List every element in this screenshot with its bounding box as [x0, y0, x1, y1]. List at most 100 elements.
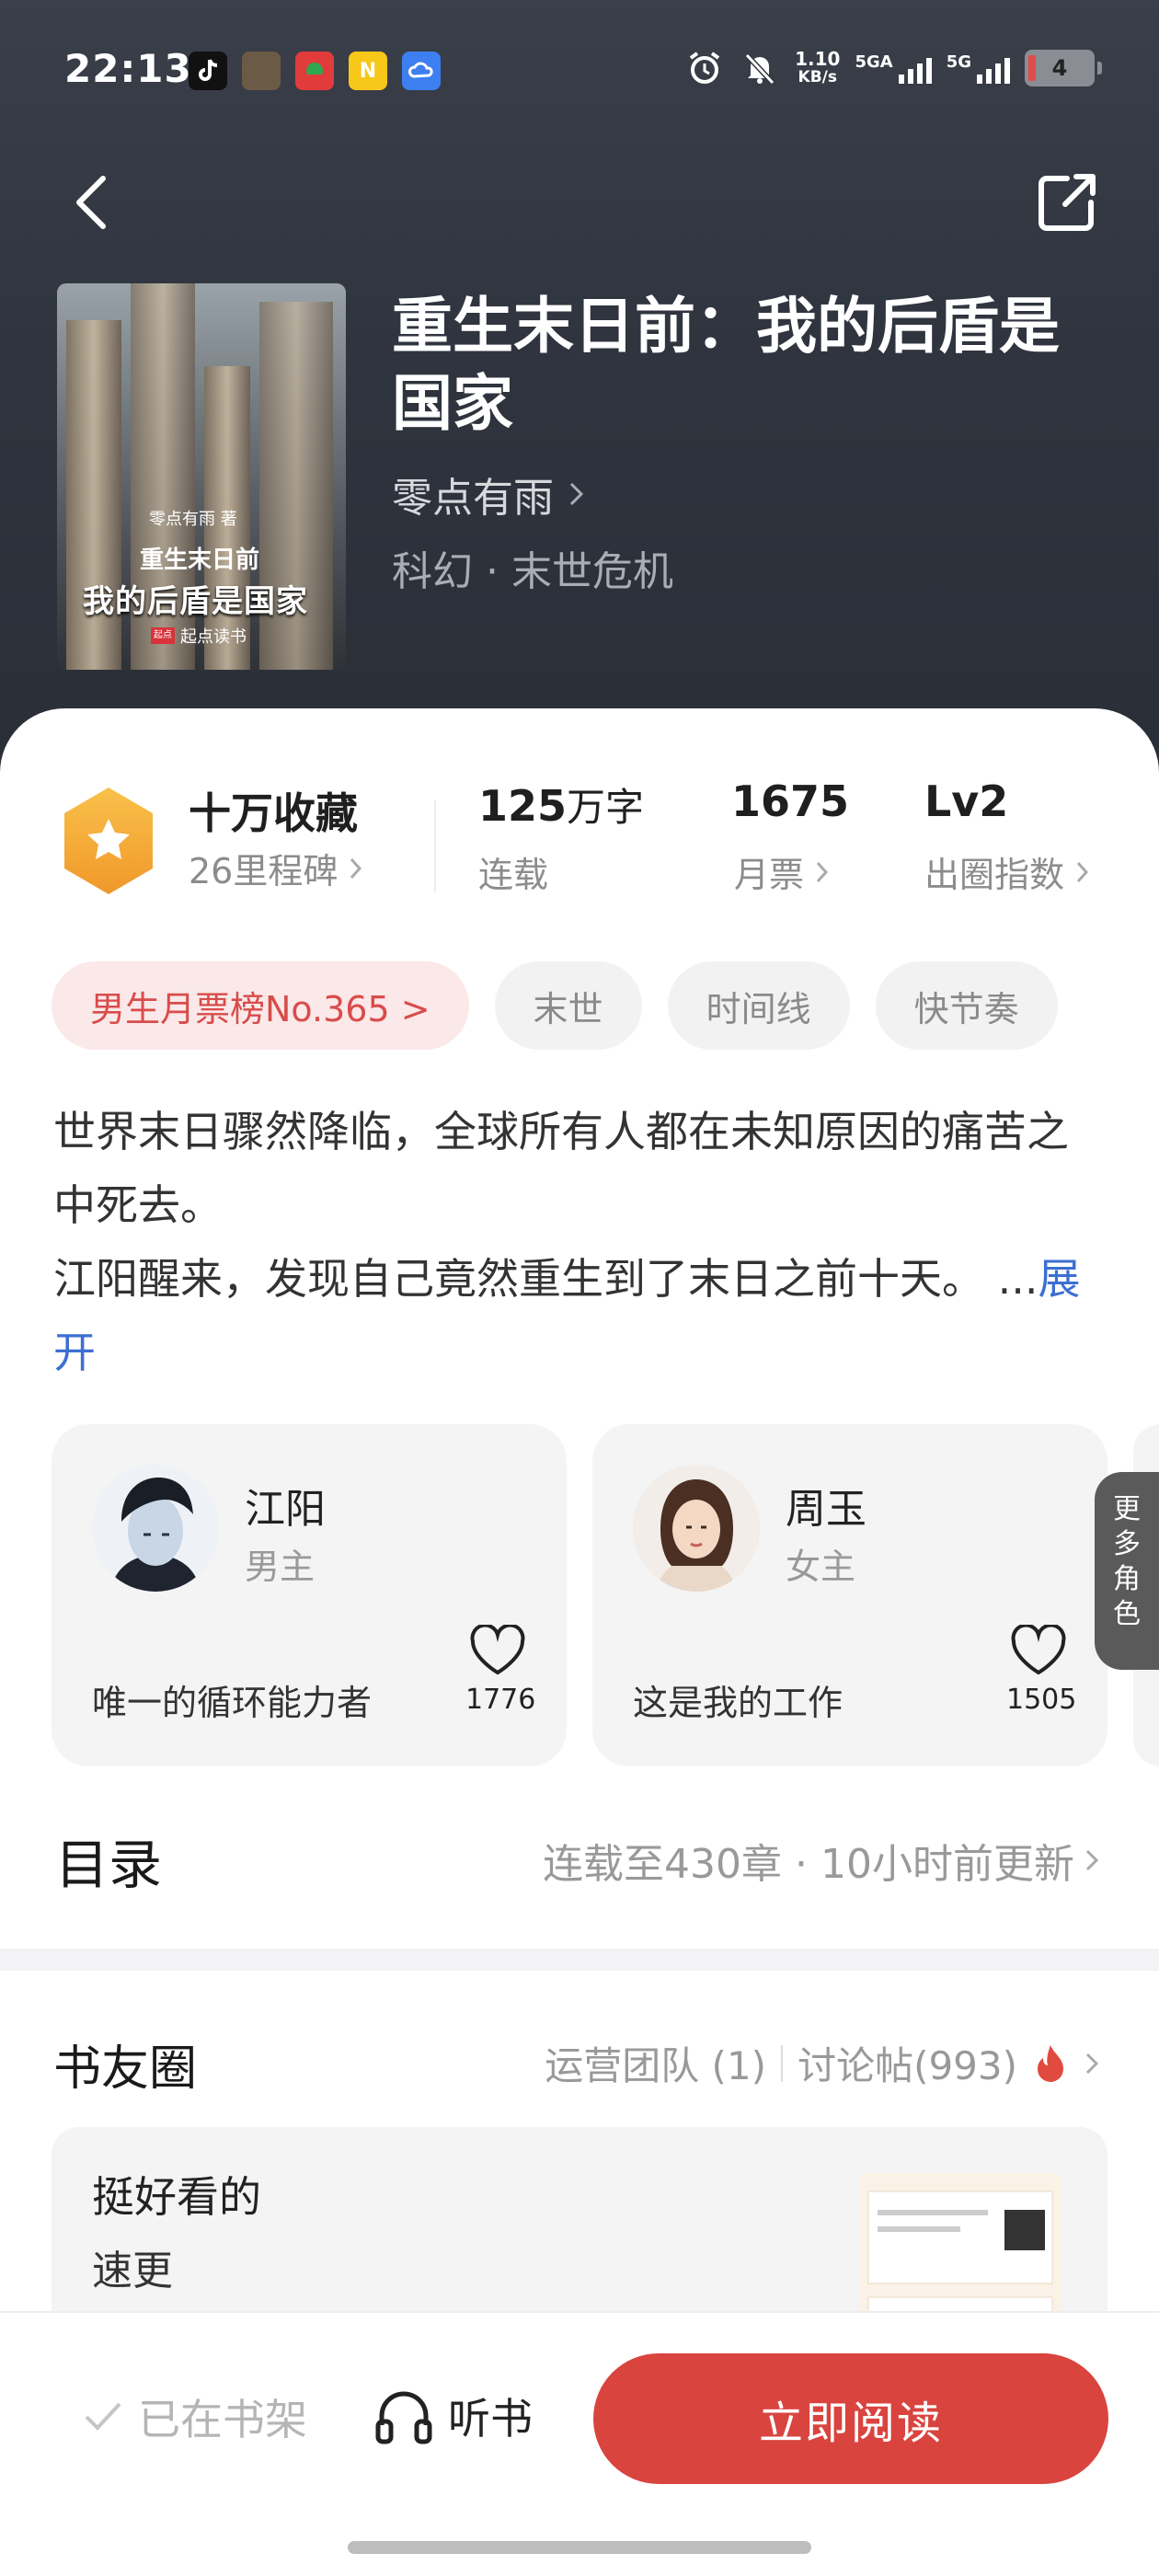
stats-row: 十万收藏 26里程碑 125万字 连载 1675 月票 Lv2 出圈指数: [0, 764, 1159, 911]
word-count-value: 125: [478, 781, 568, 831]
popularity-index-label: 出圈指数: [924, 855, 1065, 895]
popularity-level: Lv2: [924, 776, 1009, 826]
chevron-right-icon: [816, 861, 829, 882]
sim1-label: 5GA: [855, 52, 893, 72]
mute-bell-icon: [740, 48, 780, 88]
sim2-label: 5G: [946, 52, 971, 72]
notification-icons: N: [189, 52, 441, 90]
tag-item[interactable]: 末世: [494, 961, 642, 1050]
heart-icon: [470, 1623, 525, 1675]
like-count: 1776: [465, 1684, 536, 1716]
word-count-unit: 万字: [567, 785, 645, 830]
status-right: 1.10 KB/s 5GA 5G 4: [684, 48, 1102, 88]
listen-button[interactable]: 听书: [373, 2385, 533, 2447]
post-subtitle: 速更: [92, 2248, 173, 2294]
like-button[interactable]: 1505: [1006, 1623, 1077, 1716]
flame-icon: [1038, 2044, 1063, 2082]
more-characters-button[interactable]: 更多角色: [1095, 1472, 1159, 1670]
on-shelf-label: 已在书架: [138, 2395, 307, 2444]
section-divider: [0, 1949, 1159, 1971]
notes-app-icon: N: [349, 52, 387, 90]
chevron-right-icon: [1076, 861, 1089, 882]
character-name: 江阳: [245, 1486, 326, 1533]
status-time: 22:13: [64, 46, 192, 91]
cover-title-line2: 我的后盾是国家: [83, 583, 308, 620]
chevron-right-icon: [350, 857, 362, 879]
listen-label: 听书: [448, 2394, 533, 2444]
bottom-action-bar: 已在书架 听书 立即阅读: [0, 2311, 1159, 2576]
character-card[interactable]: 江阳 男主 唯一的循环能力者 1776: [52, 1424, 567, 1766]
signal-sim1: 5GA: [855, 52, 932, 84]
character-list: 江阳 男主 唯一的循环能力者 1776 周玉 女主 这是我的工作 1505: [52, 1424, 1159, 1766]
fruit-app-icon: [295, 52, 334, 90]
share-icon: [1039, 174, 1096, 231]
post-title: 挺好看的: [92, 2172, 261, 2222]
avatar: [633, 1465, 760, 1592]
milestone-count: 26里程碑: [189, 851, 339, 891]
character-desc: 这是我的工作: [633, 1683, 843, 1723]
tag-item[interactable]: 快节奏: [875, 961, 1058, 1050]
like-count: 1505: [1006, 1684, 1077, 1716]
publisher-logo: 起点: [151, 627, 175, 644]
chevron-right-icon: [1085, 2053, 1099, 2074]
synopsis[interactable]: 世界末日骤然降临，全球所有人都在未知原因的痛苦之中死去。 江阳醒来，发现自己竟然…: [53, 1095, 1102, 1389]
signal-sim2: 5G: [947, 52, 1010, 84]
status-bar: 22:13 N 1.10 KB/s 5GA 5G 4: [0, 37, 1159, 110]
stats-divider: [434, 800, 436, 892]
star-badge-icon: [57, 784, 160, 898]
avatar: [92, 1465, 219, 1592]
word-count: 125万字: [478, 776, 644, 833]
chevron-right-icon: [569, 482, 584, 506]
character-card[interactable]: 周玉 女主 这是我的工作 1505: [592, 1424, 1107, 1766]
cover-publisher: 起点 起点读书: [151, 624, 247, 648]
popularity-index-link[interactable]: 出圈指数: [924, 846, 1090, 897]
headphones-icon: [375, 2391, 432, 2444]
synopsis-line-text: 江阳醒来，发现自己竟然重生到了末日之前十天。: [53, 1254, 984, 1304]
monthly-votes-label: 月票: [734, 855, 805, 895]
synopsis-line: 世界末日骤然降临，全球所有人都在未知原因的痛苦之中死去。: [53, 1107, 1069, 1230]
home-indicator[interactable]: [348, 2541, 811, 2554]
toc-update-info: 连载至430章 · 10小时前更新: [543, 1831, 1102, 1890]
net-speed-unit: KB/s: [798, 68, 837, 86]
synopsis-line: 江阳醒来，发现自己竟然重生到了末日之前十天。 ...展开: [53, 1242, 1102, 1389]
reader-circle-link[interactable]: 运营团队 (1) 讨论帖(993): [545, 2035, 1102, 2091]
info-divider: [781, 2044, 784, 2082]
tag-list: 男生月票榜No.365 > 末世 时间线 快节奏: [52, 961, 1058, 1050]
table-of-contents-row[interactable]: 目录 连载至430章 · 10小时前更新: [0, 1803, 1159, 1914]
check-icon: [85, 2402, 121, 2431]
serial-status: 连载: [478, 855, 549, 895]
back-button[interactable]: [64, 166, 120, 239]
tag-item[interactable]: 时间线: [667, 961, 850, 1050]
milestone-link[interactable]: 26里程碑: [189, 843, 363, 893]
net-speed: 1.10 KB/s: [795, 50, 840, 86]
like-button[interactable]: 1776: [465, 1623, 536, 1716]
share-button[interactable]: [1030, 166, 1104, 239]
synopsis-ellipsis: ...: [997, 1254, 1039, 1304]
discussion-count: 讨论帖(993): [798, 2043, 1017, 2088]
cover-title-line1: 重生末日前: [140, 546, 260, 574]
character-role: 男主: [245, 1547, 316, 1587]
monthly-votes-link[interactable]: 月票: [734, 846, 830, 897]
book-cover[interactable]: 零点有雨 著 重生末日前 我的后盾是国家 起点 起点读书: [57, 283, 346, 670]
collect-milestone: 十万收藏: [189, 788, 358, 838]
toc-title: 目录: [55, 1834, 163, 1896]
heart-icon: [1011, 1623, 1066, 1675]
on-shelf-indicator: 已在书架: [83, 2386, 307, 2447]
more-characters-label: 更多角色: [1113, 1493, 1141, 1630]
read-now-button[interactable]: 立即阅读: [593, 2353, 1108, 2484]
battery-indicator: 4: [1025, 50, 1102, 86]
character-name: 周玉: [786, 1486, 866, 1533]
book-author-link[interactable]: 零点有雨: [392, 465, 587, 523]
rank-tag[interactable]: 男生月票榜No.365 >: [52, 961, 469, 1050]
toc-info-text: 连载至430章 · 10小时前更新: [543, 1841, 1074, 1888]
reader-circle-title: 书友圈: [53, 2041, 198, 2097]
cover-author: 零点有雨 著: [149, 510, 237, 529]
alarm-icon: [684, 48, 725, 88]
book-genre: 科幻 · 末世危机: [392, 548, 673, 595]
publisher-name: 起点读书: [180, 627, 247, 647]
cloud-sync-icon: [402, 52, 441, 90]
chevron-left-icon: [76, 176, 106, 229]
book-title: 重生末日前：我的后盾是国家: [392, 290, 1060, 439]
net-speed-value: 1.10: [795, 48, 841, 70]
character-desc: 唯一的循环能力者: [92, 1683, 373, 1723]
